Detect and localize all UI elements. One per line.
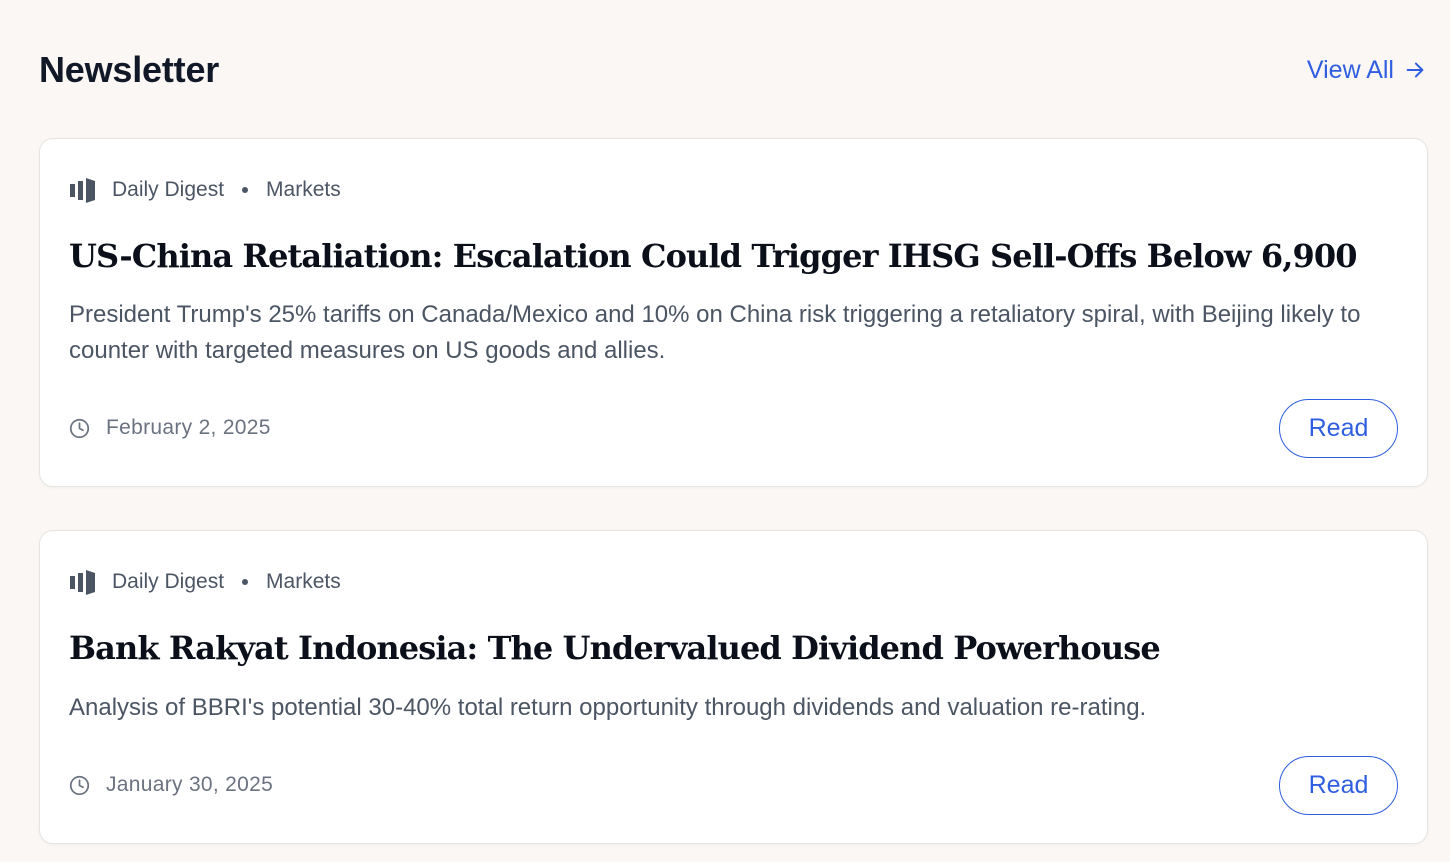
category-label: Markets — [266, 570, 341, 593]
newsletter-header: Newsletter View All — [39, 44, 1426, 96]
view-all-label: View All — [1306, 55, 1394, 84]
article-footer: January 30, 2025 Read — [69, 755, 1398, 815]
page-title: Newsletter — [39, 49, 220, 90]
article-footer: February 2, 2025 Read — [69, 398, 1398, 458]
publication-logo-icon — [70, 569, 95, 595]
newsletter-card: Daily Digest Markets Bank Rakyat Indones… — [39, 530, 1428, 844]
article-title[interactable]: US-China Retaliation: Escalation Could T… — [69, 237, 1398, 275]
publication-name: Daily Digest — [112, 570, 225, 593]
publication-name: Daily Digest — [112, 178, 225, 201]
article-date: February 2, 2025 — [69, 416, 271, 440]
category-label: Markets — [266, 178, 341, 201]
article-meta: Daily Digest Markets — [69, 567, 341, 597]
newsletter-card: Daily Digest Markets US-China Retaliatio… — [39, 138, 1428, 487]
separator-dot — [242, 187, 249, 193]
arrow-right-icon — [1406, 62, 1424, 78]
view-all-link[interactable]: View All — [1307, 56, 1426, 85]
date-text: January 30, 2025 — [106, 773, 274, 796]
clock-icon — [69, 775, 90, 795]
publication-logo-icon — [70, 177, 95, 203]
article-summary: President Trump's 25% tariffs on Canada/… — [69, 301, 1361, 364]
read-button[interactable]: Read — [1279, 398, 1398, 458]
article-summary: Analysis of BBRI's potential 30-40% tota… — [69, 694, 1147, 721]
article-meta: Daily Digest Markets — [69, 175, 341, 205]
date-text: February 2, 2025 — [106, 416, 271, 439]
clock-icon — [69, 418, 90, 438]
article-date: January 30, 2025 — [69, 773, 273, 797]
read-button[interactable]: Read — [1279, 755, 1398, 815]
separator-dot — [242, 579, 249, 585]
article-title[interactable]: Bank Rakyat Indonesia: The Undervalued D… — [69, 629, 1398, 667]
